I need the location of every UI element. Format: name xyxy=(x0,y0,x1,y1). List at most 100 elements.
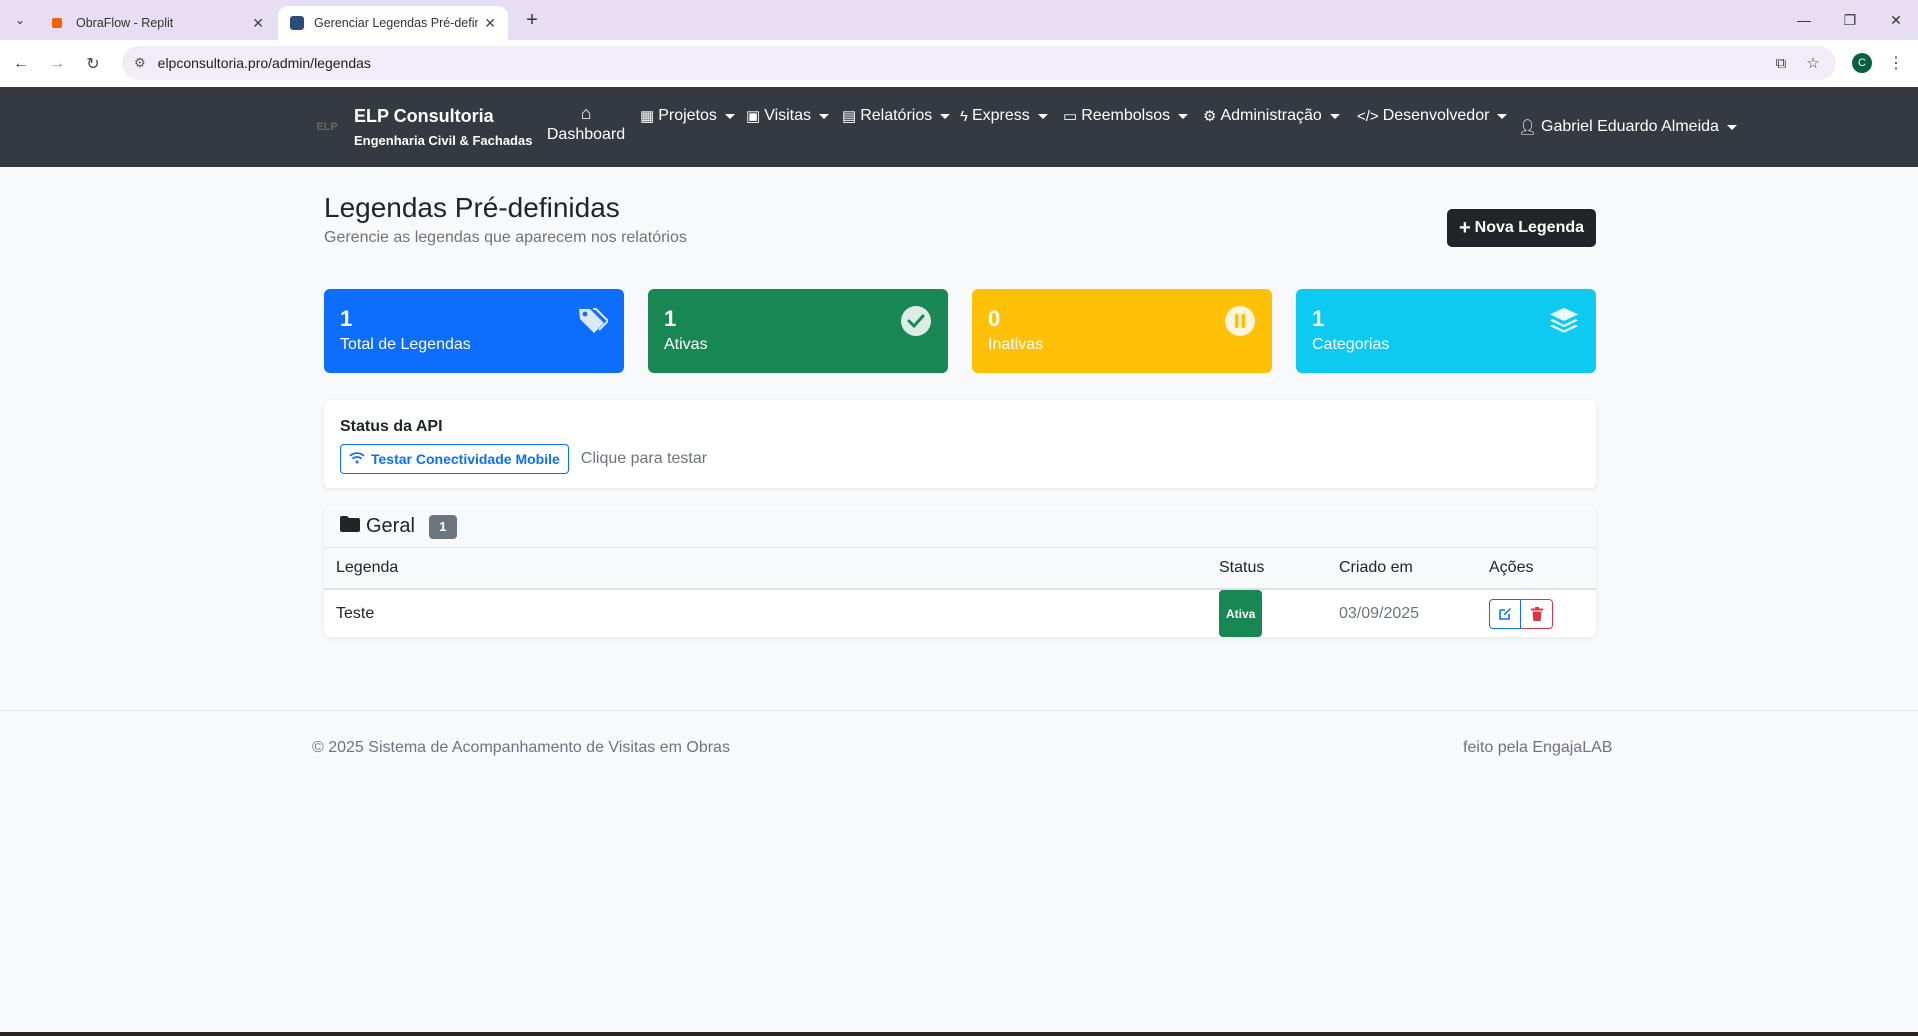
cell-legenda: Teste xyxy=(336,604,375,622)
pause-circle-icon xyxy=(1224,305,1256,337)
trash-icon xyxy=(1530,590,1543,637)
restore-icon[interactable]: ❐ xyxy=(1830,8,1870,32)
stat-label: Inativas xyxy=(988,336,1044,353)
nav-express[interactable]: ϟ Express xyxy=(960,107,1048,125)
page-subtitle: Gerencie as legendas que aparecem nos re… xyxy=(324,229,687,246)
test-connectivity-button[interactable]: Testar Conectividade Mobile xyxy=(340,444,569,474)
stat-card-categorias: 1 Categorias xyxy=(1296,289,1596,373)
nav-label: Reembolsos xyxy=(1081,107,1171,124)
stat-value: 1 xyxy=(1312,306,1325,331)
home-icon: ⌂ xyxy=(580,103,592,123)
stat-label: Categorias xyxy=(1312,336,1390,353)
stat-value: 1 xyxy=(340,306,353,331)
col-legenda[interactable]: Legenda xyxy=(336,548,398,588)
new-legend-button[interactable]: + Nova Legenda xyxy=(1447,209,1596,247)
brand-name: ELP Consultoria xyxy=(354,106,494,126)
taskbar-edge xyxy=(0,1032,1918,1036)
new-tab-icon[interactable]: + xyxy=(520,8,544,32)
nav-label: Relatórios xyxy=(860,107,933,124)
table-header: Legenda Status Criado em Ações xyxy=(324,548,1596,590)
brand-logo-text: ELP xyxy=(316,121,338,133)
browser-menu-icon[interactable]: ⋮ xyxy=(1886,50,1906,76)
tab-title: Gerenciar Legendas Pré-definid xyxy=(314,16,479,30)
caret-down-icon xyxy=(1178,113,1189,119)
status-badge: Ativa xyxy=(1219,590,1263,637)
browser-tab-strip: ⌄ ObraFlow - Replit ✕ Gerenciar Legendas… xyxy=(0,0,1918,40)
nav-label: Administração xyxy=(1220,107,1322,124)
category-title: Geral xyxy=(366,515,415,537)
stat-label: Total de Legendas xyxy=(340,336,471,353)
tab-search-icon[interactable]: ⌄ xyxy=(8,8,32,32)
test-connectivity-label: Testar Conectividade Mobile xyxy=(371,451,560,467)
minimize-icon[interactable]: — xyxy=(1784,8,1824,32)
nav-projetos[interactable]: ▦ Projetos xyxy=(640,107,735,125)
nav-administracao[interactable]: ⚙ Administração xyxy=(1203,107,1340,125)
site-info-icon[interactable]: ⚙ xyxy=(134,55,146,71)
forward-icon[interactable]: → xyxy=(44,51,70,77)
replit-favicon-icon xyxy=(52,18,62,28)
plus-icon: + xyxy=(1458,216,1471,239)
elp-favicon-icon xyxy=(290,16,304,30)
bolt-icon: ϟ xyxy=(960,107,968,125)
caret-down-icon xyxy=(724,113,735,119)
install-app-icon[interactable]: ⧉ xyxy=(1768,50,1794,76)
nav-desenvolvedor[interactable]: </> Desenvolvedor xyxy=(1357,107,1508,125)
user-icon: 👤︎ xyxy=(1518,119,1538,136)
browser-toolbar: ← → ↻ ⚙ elpconsultoria.pro/admin/legenda… xyxy=(0,40,1918,87)
stat-card-ativas: 1 Ativas xyxy=(648,289,948,373)
layers-icon xyxy=(1548,305,1580,337)
browser-tab-active[interactable]: Gerenciar Legendas Pré-definid ✕ xyxy=(278,6,508,40)
profile-avatar[interactable]: C xyxy=(1852,53,1872,73)
caret-down-icon xyxy=(940,113,951,119)
stat-label: Ativas xyxy=(664,336,708,353)
delete-button[interactable] xyxy=(1521,598,1553,629)
nav-relatorios[interactable]: ▤ Relatórios xyxy=(842,107,951,125)
col-status[interactable]: Status xyxy=(1219,548,1264,588)
new-legend-label: Nova Legenda xyxy=(1474,219,1585,236)
stat-value: 1 xyxy=(664,306,677,331)
caret-down-icon xyxy=(1726,124,1737,130)
nav-visitas[interactable]: ▣ Visitas xyxy=(746,107,830,125)
tab-title: ObraFlow - Replit xyxy=(76,16,174,30)
browser-tab[interactable]: ObraFlow - Replit ✕ xyxy=(40,6,276,40)
row-actions xyxy=(1489,590,1553,637)
close-tab-icon[interactable]: ✕ xyxy=(484,15,496,32)
api-status-title: Status da API xyxy=(340,418,443,435)
brand-subtitle: Engenharia Civil & Fachadas xyxy=(354,133,533,148)
nav-dashboard[interactable]: ⌂ Dashboard xyxy=(546,103,626,144)
close-window-icon[interactable]: ✕ xyxy=(1876,8,1916,32)
reload-icon[interactable]: ↻ xyxy=(80,51,106,77)
col-criado-em[interactable]: Criado em xyxy=(1339,548,1413,588)
gear-icon: ⚙ xyxy=(1203,108,1217,125)
category-header: Geral 1 xyxy=(324,506,1596,548)
nav-label: Visitas xyxy=(764,107,812,124)
category-card: Geral 1 Legenda Status Criado em Ações T… xyxy=(324,506,1596,637)
wifi-icon xyxy=(349,451,365,467)
address-bar[interactable]: ⚙ elpconsultoria.pro/admin/legendas xyxy=(122,46,1836,80)
code-icon: </> xyxy=(1357,107,1379,125)
caret-down-icon xyxy=(1037,113,1048,119)
back-icon[interactable]: ← xyxy=(8,51,34,77)
edit-icon xyxy=(1498,590,1512,637)
app-navbar: ELP ELP Consultoria Engenharia Civil & F… xyxy=(0,87,1918,167)
user-name: Gabriel Eduardo Almeida xyxy=(1541,118,1719,135)
api-hint: Clique para testar xyxy=(580,450,708,467)
caret-down-icon xyxy=(1497,113,1508,119)
api-status-card: Status da API Testar Conectividade Mobil… xyxy=(324,400,1596,488)
stat-card-inativas: 0 Inativas xyxy=(972,289,1272,373)
nav-reembolsos[interactable]: ▭ Reembolsos xyxy=(1063,107,1189,125)
bookmark-star-icon[interactable]: ☆ xyxy=(1800,50,1826,76)
nav-label: Express xyxy=(971,107,1030,124)
tags-icon xyxy=(576,305,608,337)
money-icon: ▭ xyxy=(1063,108,1078,125)
edit-button[interactable] xyxy=(1489,598,1521,629)
nav-label: Desenvolvedor xyxy=(1382,107,1490,124)
category-count-badge: 1 xyxy=(428,514,457,539)
footer-credit: feito pela EngajaLAB xyxy=(1463,739,1613,756)
stat-card-total: 1 Total de Legendas xyxy=(324,289,624,373)
nav-label: Projetos xyxy=(658,107,717,124)
brand[interactable]: ELP ELP Consultoria Engenharia Civil & F… xyxy=(312,106,532,148)
nav-user[interactable]: 👤︎ Gabriel Eduardo Almeida xyxy=(1518,118,1737,136)
cell-criado-em: 03/09/2025 xyxy=(1339,604,1420,622)
close-tab-icon[interactable]: ✕ xyxy=(252,15,264,32)
